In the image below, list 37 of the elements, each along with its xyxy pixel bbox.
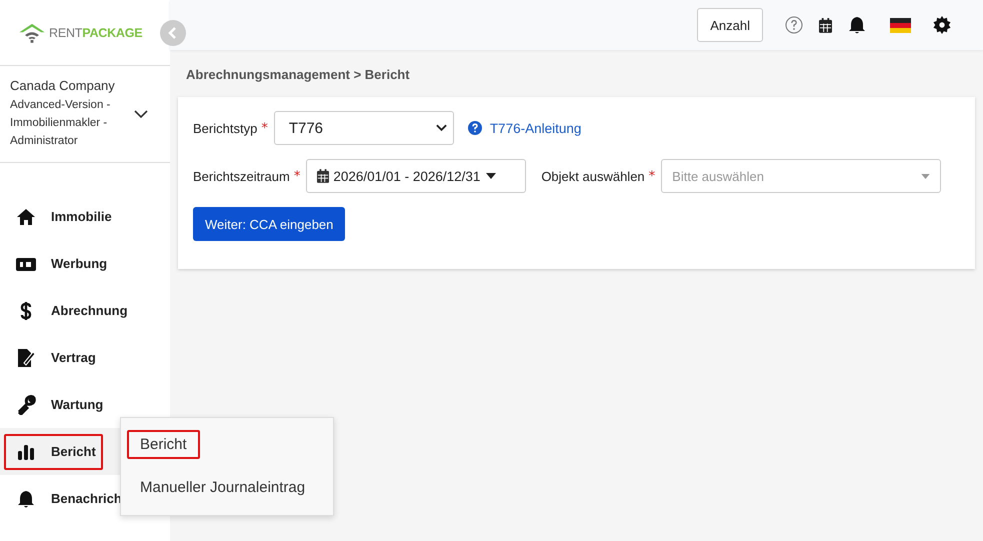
account-detail: Advanced-Version - — [10, 98, 112, 113]
required-mark: * — [648, 168, 656, 184]
submit-button[interactable]: Weiter: CCA eingeben — [193, 207, 346, 241]
field-label: Objekt auswählen — [541, 168, 645, 184]
calendar-icon[interactable] — [819, 18, 832, 32]
settings-icon[interactable] — [933, 16, 951, 34]
required-mark: * — [261, 120, 268, 136]
sidebar-item[interactable]: Wartung — [0, 381, 170, 428]
flag-icon[interactable] — [890, 18, 911, 32]
breadcrumb: Abrechnungsmanagement > Bericht — [185, 66, 411, 84]
calendar-icon — [317, 169, 330, 183]
document-pen-icon — [16, 348, 36, 368]
account-detail: Immobilienmakler - — [10, 116, 108, 131]
report-type-select[interactable]: T776 — [274, 111, 454, 145]
submenu-item[interactable]: Manueller Journaleintrag — [127, 473, 327, 502]
logo-text: RENTPACKAGE — [49, 26, 142, 40]
bell-icon — [16, 488, 36, 508]
bell-icon[interactable] — [848, 16, 866, 34]
guide-link[interactable]: T776-Anleitung — [490, 120, 582, 136]
caret-icon — [486, 173, 496, 179]
house-icon — [16, 206, 36, 226]
sidebar-item[interactable]: Vertrag — [0, 334, 170, 381]
chevron-down-icon — [436, 124, 447, 132]
required-mark: * — [294, 168, 300, 184]
count-button[interactable]: Anzahl — [697, 8, 763, 42]
field-label: Berichtszeitraum — [193, 168, 290, 184]
company-name: Canada Company — [10, 78, 116, 93]
sidebar-item[interactable]: Werbung — [0, 240, 170, 287]
account-detail: Administrator — [10, 134, 79, 149]
chevron-down-icon[interactable] — [134, 110, 148, 118]
date-range-picker[interactable]: 2026/01/01 - 2026/12/31 — [306, 159, 526, 193]
field-label: Berichtstyp — [193, 120, 258, 136]
caret-icon — [921, 174, 930, 178]
sidebar-item[interactable]: Immobilie — [0, 193, 170, 240]
sidebar-item[interactable]: Abrechnung — [0, 287, 170, 334]
help-icon — [468, 121, 482, 135]
help-icon[interactable] — [785, 16, 803, 34]
